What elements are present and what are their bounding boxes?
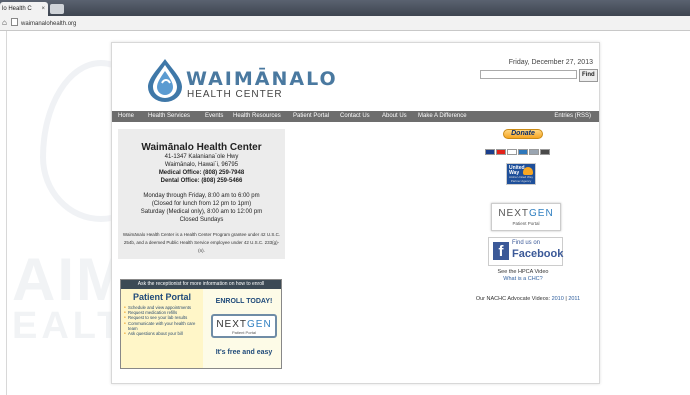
dental-office-phone: Dental Office: (808) 259-5466: [160, 178, 243, 184]
main-nav: Home Health Services Events Health Resou…: [112, 111, 599, 122]
water-drop-logo-icon[interactable]: [142, 57, 188, 103]
card-icon: [518, 149, 528, 155]
home-icon[interactable]: ⌂: [2, 18, 7, 27]
rss-link[interactable]: Entries (RSS): [554, 111, 591, 122]
card-icon: [529, 149, 539, 155]
portal-banner-header: Ask the receptionist for more informatio…: [121, 280, 281, 289]
free-and-easy-text: It's free and easy: [215, 349, 273, 356]
search-input[interactable]: [480, 70, 577, 79]
address-bar: ⌂ waimanalohealth.org: [0, 16, 690, 31]
card-icon: [496, 149, 506, 155]
nav-item-make-a-difference[interactable]: Make A Difference: [418, 111, 467, 122]
nextgen-subtitle: Patient Portal: [231, 330, 256, 335]
donate-button[interactable]: Donate: [503, 129, 543, 139]
contact-title: Waimānalo Health Center: [141, 142, 262, 153]
payment-cards: [485, 142, 551, 155]
nextgen-next: NEXT: [498, 208, 529, 219]
nextgen-subtitle: Patient Portal: [512, 221, 540, 226]
patient-portal-banner[interactable]: Ask the receptionist for more informatio…: [120, 279, 282, 369]
tab-title: lo Health C: [2, 6, 32, 12]
portal-title: Patient Portal: [132, 292, 191, 302]
facebook-find-text: Find us on: [512, 240, 541, 246]
nav-item-health-resources[interactable]: Health Resources: [233, 111, 281, 122]
portal-feature-list: Schedule and view appointments Request m…: [124, 305, 202, 336]
list-item: Ask questions about your bill: [124, 331, 202, 336]
left-page-edge: [0, 31, 7, 395]
card-icon: [540, 149, 550, 155]
united-way-badge[interactable]: United Way Aloha United Way Partner Agenc…: [506, 163, 536, 185]
nav-item-about-us[interactable]: About Us: [382, 111, 407, 122]
nextgen-wordmark: NEXTGEN: [213, 319, 275, 330]
nav-item-contact-us[interactable]: Contact Us: [340, 111, 370, 122]
url-field[interactable]: waimanalohealth.org: [11, 18, 76, 28]
medical-office-phone: Medical Office: (808) 259-7948: [158, 170, 245, 176]
facebook-name: Facebook: [512, 248, 564, 260]
nextgen-next: NEXT: [216, 319, 247, 330]
hours-line: Saturday (Medical only), 8:00 am to 12:0…: [140, 209, 263, 215]
united-way-subtitle: Aloha United Way Partner Agency: [509, 175, 533, 183]
hours-line: Monday through Friday, 8:00 am to 6:00 p…: [143, 193, 260, 199]
card-icon: [507, 149, 517, 155]
hours-line: Closed Sundays: [179, 217, 224, 223]
nav-item-patient-portal[interactable]: Patient Portal: [293, 111, 329, 122]
new-tab-button[interactable]: [50, 4, 64, 14]
contact-address-line: Waimānalo, Hawai`i, 96795: [164, 162, 239, 168]
facebook-badge[interactable]: f Find us on Facebook: [488, 237, 563, 266]
url-text: waimanalohealth.org: [21, 21, 77, 27]
nextgen-logo: NEXTGEN Patient Portal: [211, 314, 277, 338]
hours-line: (Closed for lunch from 12 pm to 1pm): [151, 201, 252, 207]
nextgen-portal-link[interactable]: NEXTGEN Patient Portal: [491, 203, 561, 231]
facebook-icon: f: [493, 242, 509, 260]
grantee-notice: Waimānalo Health Center is a Health Cent…: [122, 232, 281, 253]
browser-tab[interactable]: lo Health C ×: [0, 2, 48, 16]
enroll-today-text: ENROLL TODAY!: [215, 298, 273, 305]
nav-item-health-services[interactable]: Health Services: [148, 111, 190, 122]
card-icon: [485, 149, 495, 155]
nextgen-gen: GEN: [247, 319, 272, 330]
contact-address-line: 41-1347 Kalaniana`ole Hwy: [164, 154, 239, 160]
nextgen-wordmark: NEXTGEN: [492, 208, 560, 219]
hpca-video-text: See the HPCA Video: [497, 269, 549, 275]
list-item: Communicate with your health care team: [124, 321, 202, 331]
what-is-chc-link[interactable]: What is a CHC?: [478, 276, 568, 282]
rainbow-hand-icon: [523, 167, 533, 175]
portal-features: Patient Portal Schedule and view appoint…: [121, 289, 203, 368]
site-header: WAIMĀNALO HEALTH CENTER Friday, December…: [112, 43, 599, 109]
nav-item-home[interactable]: Home: [118, 111, 134, 122]
nachc-videos: Our NACHC Advocate Videos: 2010 | 2011: [468, 296, 588, 302]
browser-tab-bar: lo Health C ×: [0, 0, 690, 16]
find-button[interactable]: Find: [579, 69, 598, 82]
nachc-2011-link[interactable]: 2011: [568, 296, 580, 302]
nachc-label: Our NACHC Advocate Videos:: [475, 296, 552, 302]
contact-info-box: Waimānalo Health Center 41-1347 Kalanian…: [118, 129, 285, 259]
nachc-2010-link[interactable]: 2010: [552, 296, 564, 302]
nextgen-gen: GEN: [529, 208, 554, 219]
tab-close-icon[interactable]: ×: [41, 2, 45, 16]
site-container: WAIMĀNALO HEALTH CENTER Friday, December…: [111, 42, 600, 384]
page-icon: [11, 18, 18, 26]
current-date: Friday, December 27, 2013: [508, 59, 593, 66]
logo-subtitle: HEALTH CENTER: [187, 89, 283, 100]
logo-name[interactable]: WAIMĀNALO: [186, 68, 338, 90]
nav-item-events[interactable]: Events: [205, 111, 223, 122]
